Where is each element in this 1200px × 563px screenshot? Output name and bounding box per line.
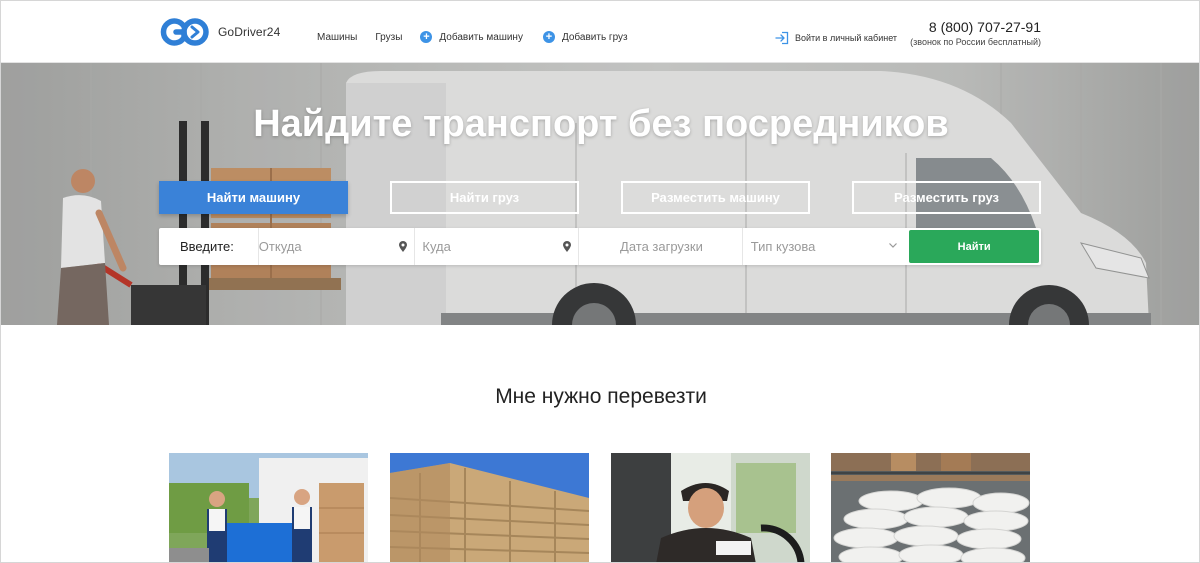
section-title: Мне нужно перевезти <box>495 385 707 408</box>
location-pin-icon <box>563 241 572 252</box>
phone-number[interactable]: 8 (800) 707-27-91 <box>904 19 1041 35</box>
search-bar: Введите: Найти <box>159 228 1041 265</box>
contact-block: 8 (800) 707-27-91 (звонок по России бесп… <box>904 19 1041 47</box>
add-cargo-link[interactable]: + Добавить груз <box>542 31 628 43</box>
to-field-wrap <box>414 228 579 265</box>
plus-icon: + <box>420 31 433 43</box>
category-card-driver[interactable] <box>611 453 810 562</box>
search-button[interactable]: Найти <box>909 230 1039 263</box>
page: GoDriver24 Машины Грузы + Добавить машин… <box>0 0 1200 563</box>
from-input[interactable] <box>258 228 415 265</box>
category-card-movers[interactable] <box>169 453 368 562</box>
body-type-field-wrap <box>741 228 904 265</box>
search-label: Введите: <box>180 239 234 254</box>
site-logo[interactable]: GoDriver24 <box>158 17 280 47</box>
nav-item-cargo[interactable]: Грузы <box>375 32 402 43</box>
movers-image <box>169 453 368 562</box>
driver-image <box>611 453 810 562</box>
hero-title: Найдите транспорт без посредников <box>253 103 949 145</box>
plus-icon: + <box>542 31 555 43</box>
login-link[interactable]: Войти в личный кабинет <box>775 31 897 45</box>
location-pin-icon <box>399 241 408 252</box>
tab-find-machine[interactable]: Найти машину <box>159 181 348 214</box>
login-label: Войти в личный кабинет <box>795 33 898 43</box>
from-field-wrap <box>257 228 415 265</box>
tab-find-cargo[interactable]: Найти груз <box>390 181 579 214</box>
brand-name: GoDriver24 <box>218 25 281 39</box>
add-machine-label: Добавить машину <box>439 31 523 43</box>
category-card-lumber[interactable] <box>390 453 589 562</box>
tab-place-cargo[interactable]: Разместить груз <box>852 181 1041 214</box>
nav-item-machines[interactable]: Машины <box>317 32 357 43</box>
add-cargo-label: Добавить груз <box>561 31 628 43</box>
site-header: GoDriver24 Машины Грузы + Добавить машин… <box>1 1 1199 63</box>
lumber-image <box>390 453 589 562</box>
hero-banner: Найдите транспорт без посредников Найти … <box>1 63 1199 325</box>
date-field-wrap <box>578 228 742 265</box>
load-date-input[interactable] <box>620 228 742 265</box>
login-icon <box>775 31 789 45</box>
main-nav: Машины Грузы + Добавить машину + Добавит… <box>317 31 648 43</box>
to-input[interactable] <box>422 228 579 265</box>
add-machine-link[interactable]: + Добавить машину <box>420 31 523 43</box>
body-type-select[interactable] <box>750 228 904 265</box>
tab-place-machine[interactable]: Разместить машину <box>621 181 810 214</box>
category-card-sacks[interactable] <box>831 453 1030 562</box>
chevron-down-icon <box>889 243 898 248</box>
sacks-image <box>831 453 1030 562</box>
go-logo-icon <box>158 17 210 47</box>
hero-tabs: Найти машину Найти груз Разместить машин… <box>159 181 1041 215</box>
phone-note: (звонок по России бесплатный) <box>910 37 1041 47</box>
